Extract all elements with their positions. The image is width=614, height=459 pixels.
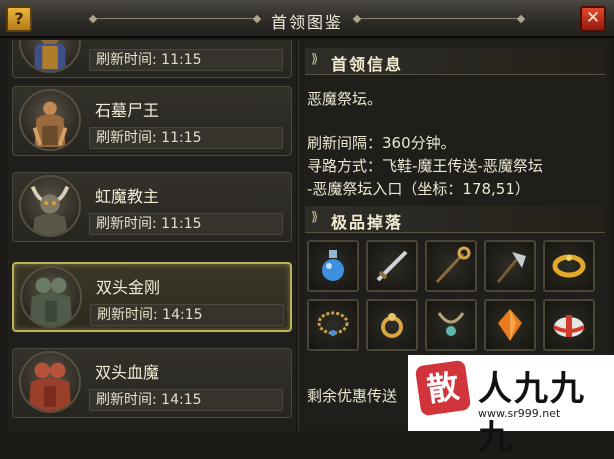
boss-item-blood-demon[interactable]: 双头血魔 刷新时间: 14:15 <box>12 348 292 418</box>
refresh-time: 刷新时间: 11:15 <box>89 49 283 71</box>
horned-demon-portrait <box>19 175 81 237</box>
amulet-icon[interactable] <box>425 299 477 351</box>
boss-name: 石墓尸王 <box>95 101 160 120</box>
section-arrow-icon: ⟫ <box>311 210 319 225</box>
route-line-1: 寻路方式：飞鞋-魔王传送-恶魔祭坛 <box>307 157 543 175</box>
gold-bracelet-icon[interactable] <box>543 240 595 292</box>
refresh-interval: 刷新间隔：360分钟。 <box>307 134 456 152</box>
blood-demon-portrait <box>19 351 81 413</box>
boss-list: 刷新时间: 11:15 石墓尸王 刷新时间: 11:15 虹魔教主 刷新时间: … <box>8 40 296 431</box>
boss-name: 双头血魔 <box>95 363 160 382</box>
route-line-2[interactable]: -恶魔祭坛入口（坐标：178,51） <box>307 178 530 199</box>
gift-box-icon[interactable] <box>543 299 595 351</box>
boss-name: 双头金刚 <box>96 278 161 297</box>
refresh-time: 刷新时间: 11:15 <box>89 213 283 235</box>
tomb-king-portrait <box>19 89 81 151</box>
watermark-url: www.sr999.net <box>478 407 561 420</box>
drops-header: ⟫ 极品掉落 <box>305 206 605 233</box>
refresh-time: 刷新时间: 14:15 <box>90 304 284 326</box>
two-headed-giant-portrait <box>20 266 82 328</box>
section-title: 极品掉落 <box>331 213 404 232</box>
sword-icon[interactable] <box>366 240 418 292</box>
boss-location: 恶魔祭坛。 <box>307 90 383 108</box>
section-title: 首领信息 <box>331 55 404 74</box>
watermark-seal-logo: 散 <box>414 359 472 417</box>
boss-item-armored[interactable]: 刷新时间: 11:15 <box>12 40 292 78</box>
discount-teleport-text: 剩余优惠传送 <box>307 387 398 405</box>
boss-item-two-headed-giant[interactable]: 双头金刚 刷新时间: 14:15 <box>12 262 292 332</box>
boss-info-header: ⟫ 首领信息 <box>305 48 605 75</box>
refresh-time: 刷新时间: 11:15 <box>89 127 283 149</box>
staff-icon[interactable] <box>425 240 477 292</box>
boss-item-horned-demon[interactable]: 虹魔教主 刷新时间: 11:15 <box>12 172 292 242</box>
section-arrow-icon: ⟫ <box>311 52 319 67</box>
title-ornament-right <box>352 14 526 24</box>
refresh-time: 刷新时间: 14:15 <box>89 389 283 411</box>
necklace-icon[interactable] <box>307 299 359 351</box>
ring-icon[interactable] <box>366 299 418 351</box>
close-button[interactable]: ✕ <box>580 6 606 32</box>
boss-item-tomb-king[interactable]: 石墓尸王 刷新时间: 11:15 <box>12 86 292 156</box>
axe-icon[interactable] <box>484 240 536 292</box>
site-watermark: 散 人九九九 www.sr999.net <box>408 355 614 458</box>
boss-name: 虹魔教主 <box>95 187 160 206</box>
blue-potion-icon[interactable] <box>307 240 359 292</box>
armored-boss-portrait <box>19 40 81 73</box>
orange-gem-icon[interactable] <box>484 299 536 351</box>
title-bar: ? 首领图鉴 ✕ <box>0 0 614 38</box>
